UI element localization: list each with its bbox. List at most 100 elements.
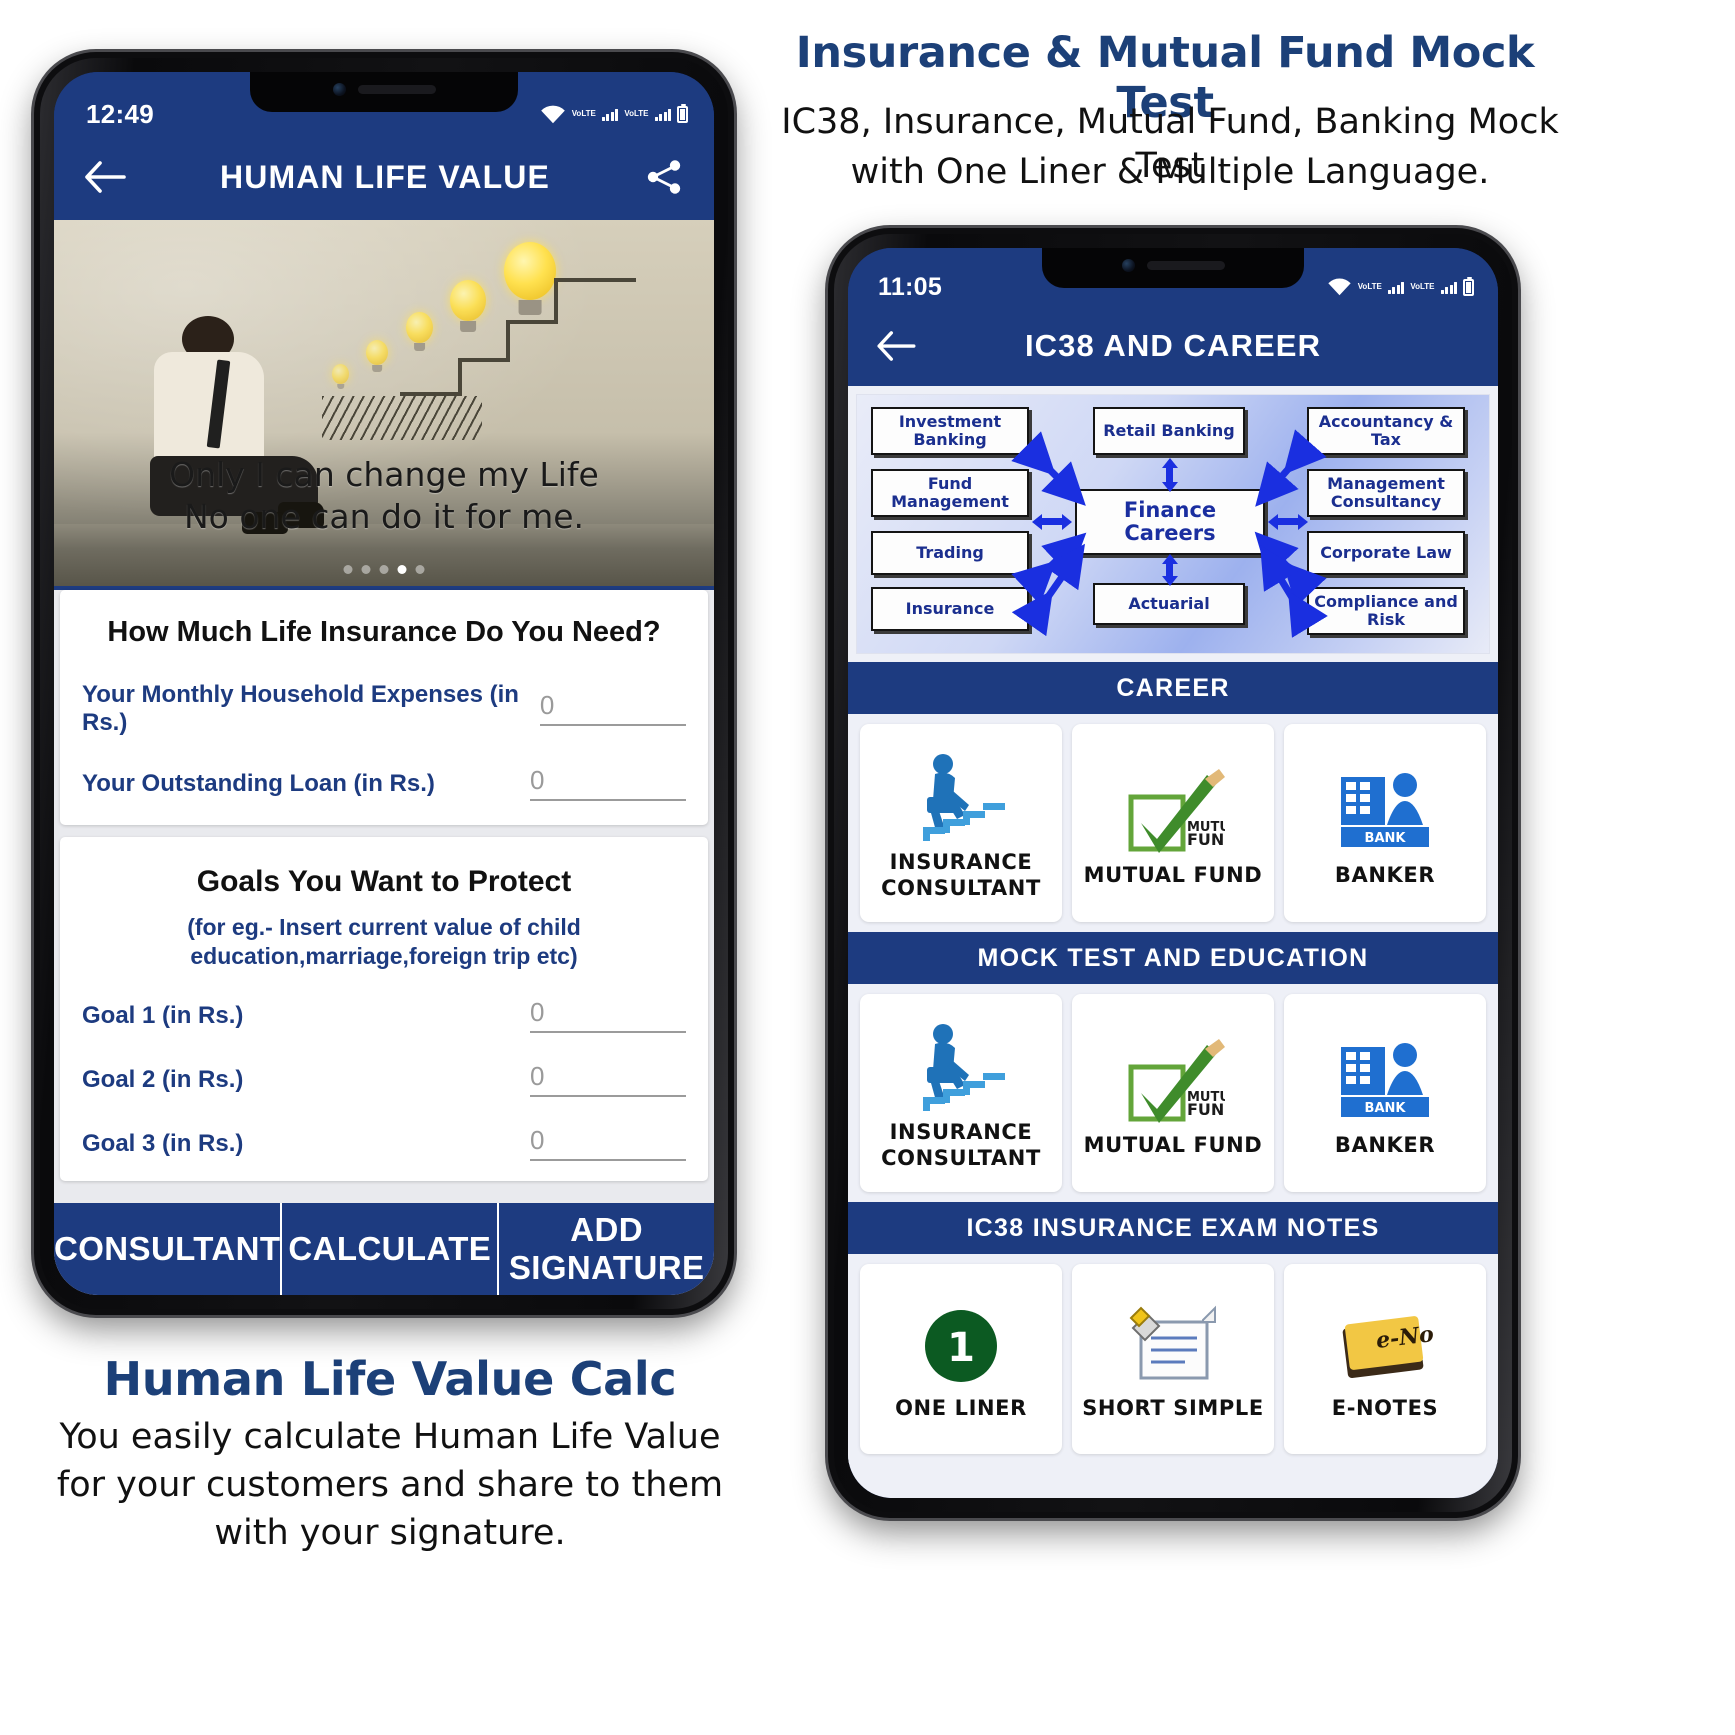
goal-3-input[interactable]: 0 bbox=[530, 1125, 686, 1161]
hero-carousel[interactable]: Only I can change my Life No one can do … bbox=[54, 220, 714, 586]
tile-banker[interactable]: BANK BANKER bbox=[1284, 724, 1486, 922]
goal-1-input[interactable]: 0 bbox=[530, 997, 686, 1033]
battery-icon bbox=[677, 103, 688, 123]
svg-text:BANK: BANK bbox=[1365, 1101, 1407, 1116]
promo-left-title: Human Life Value Calc bbox=[103, 1352, 677, 1406]
banker-icon: BANK bbox=[1335, 757, 1435, 863]
sketched-steps-1 bbox=[554, 278, 636, 282]
volte-icon-2: VoLTE bbox=[624, 109, 649, 118]
field-label: Goal 2 (in Rs.) bbox=[82, 1065, 244, 1093]
outstanding-loan-input[interactable]: 0 bbox=[530, 765, 686, 801]
tile-insurance-consultant[interactable]: INSURANCE CONSULTANT bbox=[860, 724, 1062, 922]
tile-label: MUTUAL FUND bbox=[1083, 863, 1263, 888]
svg-text:FUND: FUND bbox=[1187, 1100, 1225, 1119]
exam-notes-tile-grid: 1 ONE LINER SHORT SIMPLE e-Notes E-NOTES bbox=[848, 1254, 1498, 1464]
tile-one-liner[interactable]: 1 ONE LINER bbox=[860, 1264, 1062, 1454]
lightbulb-icon-4 bbox=[366, 340, 388, 365]
lightbulb-icon-1 bbox=[504, 242, 556, 300]
front-camera-icon bbox=[1121, 258, 1135, 272]
carousel-dot[interactable] bbox=[415, 565, 425, 574]
status-time: 12:49 bbox=[86, 98, 154, 129]
goals-subtitle-line2: education,marriage,foreign trip etc) bbox=[190, 942, 578, 969]
field-monthly-expenses: Your Monthly Household Expenses (in Rs.)… bbox=[82, 681, 686, 737]
status-time: 11:05 bbox=[878, 272, 943, 301]
phone-left-notch bbox=[250, 72, 518, 112]
career-tile-grid: INSURANCE CONSULTANT MUTUAL FUND bbox=[848, 714, 1498, 932]
carousel-dot[interactable] bbox=[361, 565, 371, 574]
field-label: Your Monthly Household Expenses (in Rs.) bbox=[82, 681, 519, 736]
field-goal-2: Goal 2 (in Rs.) 0 bbox=[82, 1061, 686, 1097]
volte-icon-2: VoLTE bbox=[1410, 282, 1435, 291]
insurance-consultant-icon bbox=[913, 744, 1009, 850]
front-camera-icon bbox=[332, 82, 346, 96]
tile-label: INSURANCE CONSULTANT bbox=[881, 850, 1041, 900]
tile-label: SHORT SIMPLE bbox=[1082, 1396, 1264, 1421]
tile-mutual-fund-mock[interactable]: MUTUAL FUND MUTUAL FUND bbox=[1072, 994, 1274, 1192]
goals-card: Goals You Want to Protect (for eg.- Inse… bbox=[60, 837, 708, 1181]
insurance-need-card: How Much Life Insurance Do You Need? You… bbox=[60, 590, 708, 825]
signal-bars-icon-1 bbox=[601, 108, 619, 121]
signal-bars-icon-1 bbox=[1387, 281, 1405, 294]
sketched-scribble bbox=[322, 396, 482, 440]
carousel-dot[interactable] bbox=[379, 565, 389, 574]
sketched-steps-6 bbox=[458, 358, 462, 394]
goals-subtitle-line1: (for eg.- Insert current value of child bbox=[187, 914, 581, 940]
promo-left-subtitle-line3: with your signature. bbox=[214, 1513, 566, 1553]
mutual-fund-icon: MUTUAL FUND bbox=[1121, 757, 1225, 863]
field-label: Goal 3 (in Rs.) bbox=[82, 1129, 244, 1157]
goals-subtitle: (for eg.- Insert current value of child … bbox=[82, 913, 686, 971]
earpiece-speaker-icon bbox=[357, 84, 436, 94]
battery-icon bbox=[1463, 276, 1474, 296]
lightbulb-icon-5 bbox=[332, 364, 349, 384]
tile-mutual-fund[interactable]: MUTUAL FUND MUTUAL FUND bbox=[1072, 724, 1274, 922]
sketched-steps-5 bbox=[458, 358, 510, 362]
carousel-dots[interactable] bbox=[343, 565, 425, 574]
phone-left-appbar: HUMAN LIFE VALUE bbox=[54, 134, 714, 220]
signal-bars-icon-2 bbox=[1440, 281, 1457, 294]
carousel-dot[interactable] bbox=[343, 565, 353, 574]
back-arrow-icon[interactable] bbox=[84, 161, 126, 193]
mutual-fund-icon: MUTUAL FUND bbox=[1121, 1027, 1225, 1133]
tile-e-notes[interactable]: e-Notes E-NOTES bbox=[1284, 1264, 1486, 1454]
carousel-dot-active[interactable] bbox=[397, 565, 407, 574]
lightbulb-icon-2 bbox=[450, 280, 486, 321]
calculate-button[interactable]: CALCULATE bbox=[280, 1203, 498, 1295]
tile-label: E-NOTES bbox=[1331, 1396, 1439, 1421]
e-notes-icon: e-Notes bbox=[1337, 1296, 1433, 1396]
tile-insurance-consultant-mock[interactable]: INSURANCE CONSULTANT bbox=[860, 994, 1062, 1192]
svg-text:1: 1 bbox=[947, 1325, 975, 1371]
back-arrow-icon[interactable] bbox=[876, 331, 916, 361]
page-title: IC38 AND CAREER bbox=[1024, 328, 1322, 363]
goal-2-input[interactable]: 0 bbox=[530, 1061, 686, 1097]
tile-label: INSURANCE CONSULTANT bbox=[881, 1120, 1041, 1170]
field-outstanding-loan: Your Outstanding Loan (in Rs.) 0 bbox=[82, 765, 686, 801]
note-pencil-icon bbox=[1125, 1296, 1221, 1396]
field-goal-3: Goal 3 (in Rs.) 0 bbox=[82, 1125, 686, 1161]
wifi-icon bbox=[540, 105, 565, 123]
tile-banker-mock[interactable]: BANK BANKER bbox=[1284, 994, 1486, 1192]
share-icon[interactable] bbox=[644, 157, 684, 197]
phone-left: 12:49 VoLTE VoLTE HUMAN LIFE VALUE Only … bbox=[34, 52, 734, 1315]
field-label: Goal 1 (in Rs.) bbox=[82, 1001, 244, 1029]
volte-icon-1: VoLTE bbox=[1357, 282, 1382, 291]
sketched-steps-4 bbox=[506, 320, 510, 360]
add-signature-button[interactable]: ADD SIGNATURE bbox=[497, 1203, 714, 1295]
consultant-button[interactable]: CONSULTANT bbox=[54, 1203, 281, 1295]
tile-label: ONE LINER bbox=[895, 1396, 1027, 1421]
tile-short-simple[interactable]: SHORT SIMPLE bbox=[1072, 1264, 1274, 1454]
hero-caption: Only I can change my Life No one can do … bbox=[54, 454, 714, 538]
hero-caption-line2: No one can do it for me. bbox=[183, 497, 585, 537]
status-icons: VoLTE VoLTE bbox=[1327, 276, 1474, 296]
promo-right-subtitle-line2: with One Liner & Multiple Language. bbox=[850, 152, 1490, 192]
sketched-steps-2 bbox=[554, 278, 558, 322]
monthly-expenses-input[interactable]: 0 bbox=[539, 690, 686, 726]
banker-icon: BANK bbox=[1335, 1027, 1435, 1133]
sketched-steps-3 bbox=[506, 320, 558, 324]
section-header-exam-notes: IC38 INSURANCE EXAM NOTES bbox=[848, 1202, 1498, 1254]
page-title: HUMAN LIFE VALUE bbox=[220, 158, 550, 195]
arrow-diagonal-group bbox=[1011, 429, 1328, 638]
lightbulb-icon-3 bbox=[406, 312, 433, 343]
svg-text:BANK: BANK bbox=[1365, 831, 1407, 846]
goals-title: Goals You Want to Protect bbox=[196, 865, 572, 898]
tile-label: MUTUAL FUND bbox=[1083, 1133, 1263, 1158]
